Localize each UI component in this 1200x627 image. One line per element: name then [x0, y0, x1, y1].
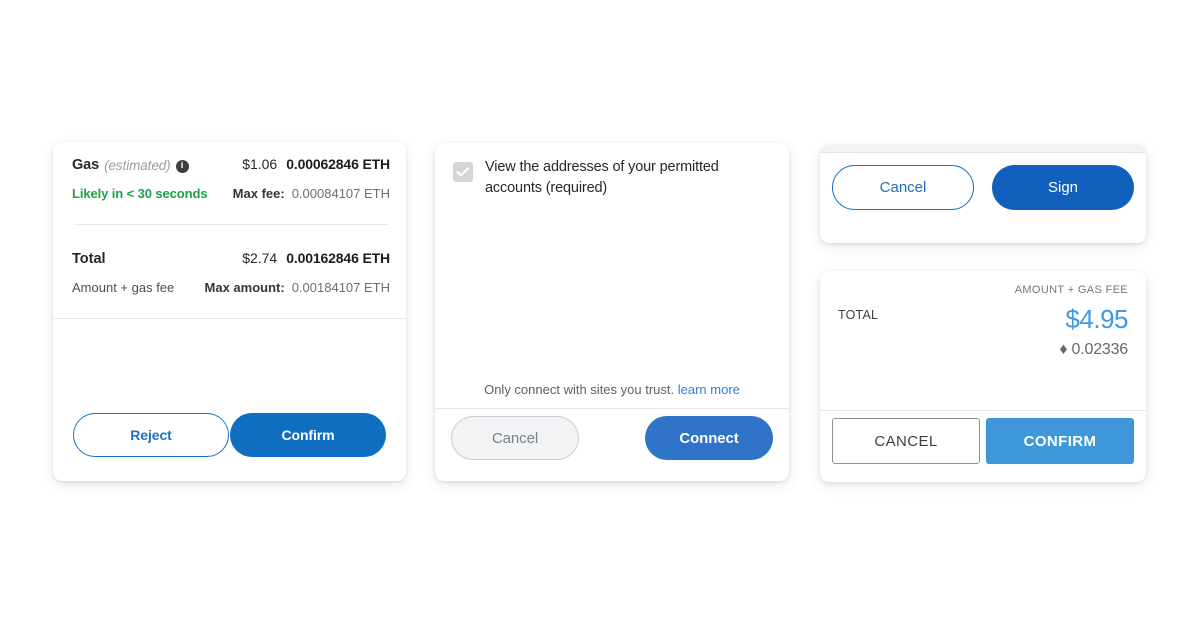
connect-button[interactable]: Connect — [645, 416, 773, 460]
gas-total-divider — [74, 224, 388, 225]
connect-permissions-card: View the addresses of your permitted acc… — [435, 143, 789, 481]
gas-speed-row: Likely in < 30 seconds Max fee: 0.0008410… — [72, 185, 390, 203]
sign-card-actions: Cancel Sign — [820, 165, 1146, 210]
gas-values: $1.06 0.00062846 ETH — [242, 156, 390, 172]
total-eth-amount: ♦ 0.02336 — [1059, 341, 1128, 358]
max-fee-group: Max fee: 0.00084107 ETH — [233, 185, 390, 203]
total-row: Total $2.74 0.00162846 ETH — [72, 250, 390, 267]
max-amount-label: Max amount: — [204, 280, 285, 295]
total-caption: TOTAL — [838, 308, 879, 322]
check-icon — [456, 167, 470, 177]
amount-plus-gas-fee-caption: AMOUNT + GAS FEE — [1014, 284, 1128, 296]
info-icon[interactable]: i — [175, 159, 189, 173]
confirm-button[interactable]: CONFIRM — [986, 418, 1134, 464]
confirm-button[interactable]: Confirm — [230, 413, 386, 457]
trust-note-text: Only connect with sites you trust. — [484, 382, 675, 397]
permission-row: View the addresses of your permitted acc… — [435, 143, 789, 198]
gas-card-actions: Reject Confirm — [53, 413, 406, 457]
gas-details-section: Gas (estimated) i $1.06 0.00062846 ETH L… — [53, 142, 406, 297]
total-fiat-value: $2.74 — [242, 250, 278, 266]
trust-note: Only connect with sites you trust. learn… — [435, 382, 789, 397]
connect-card-footer-divider — [435, 408, 789, 409]
cancel-button[interactable]: CANCEL — [832, 418, 980, 464]
gas-speed-estimate: Likely in < 30 seconds — [72, 186, 208, 201]
reject-button[interactable]: Reject — [73, 413, 229, 457]
max-fee-label: Max fee: — [232, 186, 285, 201]
amount-plus-gas-fee-label: Amount + gas fee — [72, 280, 175, 295]
gas-estimated-label: (estimated) — [104, 157, 171, 173]
total-values: $2.74 0.00162846 ETH — [242, 250, 390, 266]
total-card-actions: CANCEL CONFIRM — [820, 418, 1146, 464]
total-eth-value: 0.00162846 ETH — [286, 250, 390, 266]
gas-confirmation-card: Gas (estimated) i $1.06 0.00062846 ETH L… — [53, 142, 406, 481]
cancel-button[interactable]: Cancel — [832, 165, 974, 210]
max-amount-group: Max amount: 0.00184107 ETH — [205, 279, 390, 297]
sign-button[interactable]: Sign — [992, 165, 1134, 210]
total-summary-section: AMOUNT + GAS FEE TOTAL $4.95 ♦ 0.02336 — [820, 271, 1146, 396]
gas-label-group: Gas (estimated) i — [72, 157, 189, 173]
gas-fiat-value: $1.06 — [242, 156, 278, 172]
total-subtitle-row: Amount + gas fee Max amount: 0.00184107 E… — [72, 279, 390, 297]
sign-actions-card: Cancel Sign — [820, 145, 1146, 243]
gas-label: Gas — [72, 157, 100, 173]
permission-label: View the addresses of your permitted acc… — [485, 159, 719, 196]
total-label: Total — [72, 251, 106, 267]
max-fee-value: 0.00084107 ETH — [291, 186, 390, 201]
connect-card-actions: Cancel Connect — [435, 416, 789, 460]
gas-card-footer-divider — [53, 318, 406, 319]
learn-more-link[interactable]: learn more — [678, 382, 740, 397]
total-fiat-amount: $4.95 — [1065, 304, 1128, 334]
permission-checkbox[interactable] — [453, 162, 473, 182]
sign-card-top-bar — [820, 145, 1146, 153]
total-card-footer-divider — [820, 410, 1146, 411]
cancel-button[interactable]: Cancel — [451, 416, 579, 460]
gas-row: Gas (estimated) i $1.06 0.00062846 ETH — [72, 156, 390, 173]
total-confirmation-card: AMOUNT + GAS FEE TOTAL $4.95 ♦ 0.02336 C… — [820, 271, 1146, 482]
gas-eth-value: 0.00062846 ETH — [286, 156, 390, 172]
max-amount-value: 0.00184107 ETH — [291, 280, 390, 295]
